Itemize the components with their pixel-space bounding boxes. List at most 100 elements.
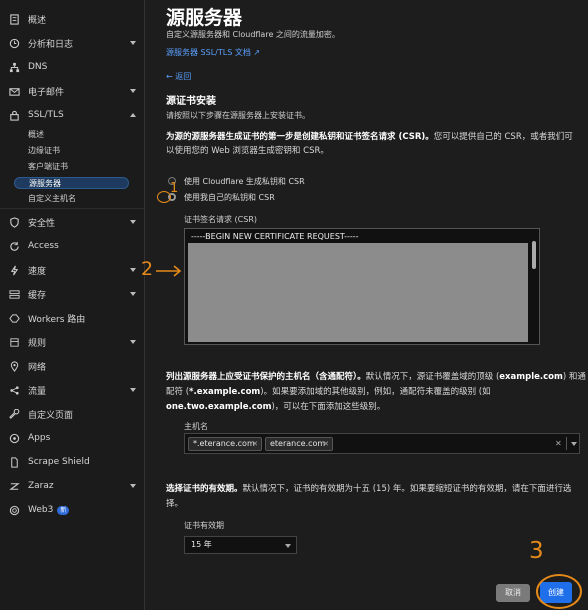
sidebar-item-label: 安全性 (28, 218, 56, 229)
sidebar-item-label: Zaraz (28, 481, 54, 491)
sidebar-item-label: Workers 路由 (28, 314, 86, 325)
storage-icon (8, 288, 20, 300)
new-badge: 新 (57, 506, 70, 515)
chevron-down-icon (130, 89, 136, 93)
sidebar-item-label: 规则 (28, 338, 47, 349)
chip-remove-icon[interactable]: ✕ (252, 438, 258, 450)
sidebar-item-access[interactable]: Access (0, 235, 144, 257)
chip-remove-icon[interactable]: ✕ (323, 438, 329, 450)
sidebar-item-label: 自定义页面 (28, 410, 74, 421)
hostnames-input[interactable]: *.eterance.com ✕ eterance.com ✕ ✕ (184, 433, 580, 454)
sidebar-item-label: DNS (28, 62, 48, 72)
network-icon (8, 61, 20, 73)
sidebar-item-web3[interactable]: Web3 新 (0, 499, 144, 521)
sidebar-item-caching[interactable]: 缓存 (0, 283, 144, 305)
csr-label: 证书签名请求 (CSR) (184, 215, 258, 224)
scrollbar-thumb[interactable] (532, 241, 536, 269)
lock-icon (8, 109, 20, 121)
hostname-chip: eterance.com ✕ (265, 437, 333, 451)
clock-icon (8, 37, 20, 49)
validity-intro: 选择证书的有效期。默认情况下，证书的有效期为十五 (15) 年。如果要缩短证书的… (166, 484, 572, 509)
sidebar-subitem-edge-certs[interactable]: 边缘证书 (28, 145, 60, 157)
sidebar-item-label: 网络 (28, 362, 47, 373)
sidebar-item-custom-pages[interactable]: 自定义页面 (0, 403, 144, 425)
radio-label-cloudflare-generate: 使用 Cloudflare 生成私钥和 CSR (184, 177, 305, 186)
chevron-down-icon (130, 41, 136, 45)
sidebar-item-label: Apps (28, 433, 51, 443)
chevron-down-icon (130, 292, 136, 296)
sidebar-item-label: 概述 (28, 15, 47, 26)
wrench-icon (8, 408, 20, 420)
apps-icon (8, 432, 20, 444)
file-icon (8, 456, 20, 468)
sidebar-item-label: SSL/TLS (28, 110, 64, 120)
sidebar-divider (0, 208, 144, 209)
chevron-down-icon (130, 220, 136, 224)
hostnames-label: 主机名 (184, 422, 208, 431)
zaraz-icon (8, 480, 20, 492)
csr-textarea[interactable]: -----BEGIN NEW CERTIFICATE REQUEST----- (184, 228, 540, 345)
validity-label: 证书有效期 (184, 521, 224, 530)
install-description: 请按照以下步骤在源服务器上安装证书。 (166, 111, 310, 120)
annotation-step-1: 1 (170, 181, 179, 196)
sidebar-item-dns[interactable]: DNS (0, 56, 144, 78)
sidebar-item-label: 速度 (28, 266, 47, 277)
chevron-down-icon (130, 484, 136, 488)
docs-link[interactable]: 源服务器 SSL/TLS 文档 ↗ (166, 47, 260, 58)
document-icon (8, 13, 20, 25)
sidebar-item-email[interactable]: 电子邮件 (0, 80, 144, 102)
sidebar-item-label: 缓存 (28, 290, 47, 301)
sidebar-subitem-custom-hostnames[interactable]: 自定义主机名 (28, 193, 76, 205)
sidebar-item-label: 流量 (28, 386, 47, 397)
install-title: 源证书安装 (166, 96, 216, 107)
main-content: 源服务器 自定义源服务器和 Cloudflare 之间的流量加密。 源服务器 S… (146, 0, 588, 610)
cancel-button[interactable]: 取消 (496, 584, 530, 602)
sidebar-item-workers-routes[interactable]: Workers 路由 (0, 307, 144, 329)
sidebar-item-zaraz[interactable]: Zaraz (0, 475, 144, 497)
sidebar: 概述 分析和日志 DNS 电子邮件 SSL/TLS 概述 边缘证书 客户端证书 … (0, 0, 145, 610)
csr-scrollbar[interactable] (530, 231, 538, 342)
sidebar-item-overview[interactable]: 概述 (0, 8, 144, 30)
annotation-circle-radio (157, 191, 171, 203)
sidebar-item-label: 分析和日志 (28, 39, 74, 50)
hostnames-intro: 列出源服务器上应受证书保护的主机名（含通配符）。默认情况下，源证书覆盖域的顶级 … (166, 372, 586, 412)
chevron-down-icon[interactable] (571, 442, 577, 446)
annotation-arrow-icon (156, 265, 182, 277)
chevron-up-icon (130, 113, 136, 117)
radio-label-own-key: 使用我自己的私钥和 CSR (184, 193, 275, 202)
web3-icon (8, 504, 20, 516)
sidebar-subitem-client-certs[interactable]: 客户端证书 (28, 161, 68, 173)
hostname-chip: *.eterance.com ✕ (188, 437, 262, 451)
chevron-down-icon (285, 544, 291, 548)
sidebar-item-traffic[interactable]: 流量 (0, 379, 144, 401)
sidebar-item-security[interactable]: 安全性 (0, 211, 144, 233)
sidebar-item-speed[interactable]: 速度 (0, 259, 144, 281)
sidebar-subitem-origin-server[interactable]: 源服务器 (14, 177, 129, 189)
sidebar-item-network[interactable]: 网络 (0, 355, 144, 377)
sidebar-item-ssl-tls[interactable]: SSL/TLS (0, 104, 144, 126)
traffic-icon (8, 384, 20, 396)
sidebar-item-analytics[interactable]: 分析和日志 (0, 32, 144, 54)
bolt-icon (8, 264, 20, 276)
sidebar-item-label: Scrape Shield (28, 457, 90, 467)
chevron-down-icon (130, 268, 136, 272)
location-icon (8, 360, 20, 372)
workers-icon (8, 312, 20, 324)
sidebar-item-apps[interactable]: Apps (0, 427, 144, 449)
csr-header-text: -----BEGIN NEW CERTIFICATE REQUEST----- (191, 232, 359, 241)
mail-icon (8, 85, 20, 97)
sidebar-item-scrape-shield[interactable]: Scrape Shield (0, 451, 144, 473)
clear-icon[interactable]: ✕ (555, 439, 562, 448)
page-title: 源服务器 (166, 7, 243, 29)
sidebar-subitem-overview[interactable]: 概述 (28, 129, 44, 141)
annotation-step-2: 2 (141, 258, 154, 280)
chevron-down-icon (130, 340, 136, 344)
annotation-step-3: 3 (529, 538, 544, 564)
chevron-down-icon (130, 388, 136, 392)
back-link[interactable]: ← 返回 (166, 71, 191, 82)
sidebar-item-rules[interactable]: 规则 (0, 331, 144, 353)
install-intro: 为源的源服务器生成证书的第一步是创建私钥和证书签名请求 (CSR)。您可以提供自… (166, 132, 573, 156)
input-separator (566, 437, 567, 450)
validity-select[interactable]: 15 年 (184, 536, 297, 554)
sidebar-item-label: 电子邮件 (28, 87, 65, 98)
